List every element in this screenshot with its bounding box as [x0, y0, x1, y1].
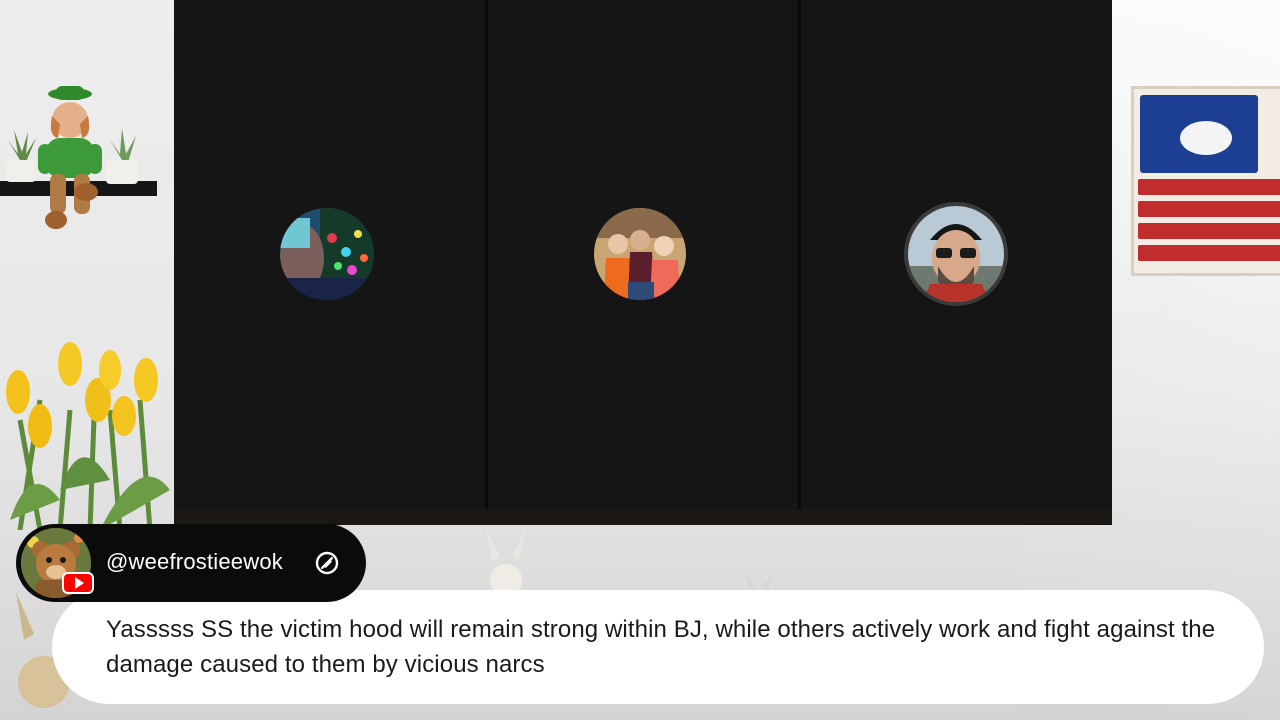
participant-tile-3[interactable] [801, 0, 1113, 509]
participant-tile-1[interactable] [174, 0, 488, 509]
participant-avatar-3[interactable] [904, 202, 1009, 306]
moderator-icon [315, 551, 339, 575]
participant-avatar-2[interactable] [593, 208, 686, 300]
chat-author-pill: @weefrostieewok [16, 524, 366, 602]
baseball-sign-decoration [1131, 86, 1280, 276]
team-logo-icon [1180, 121, 1232, 155]
youtube-icon [62, 572, 94, 594]
play-icon [74, 577, 84, 589]
participant-photo-3 [908, 206, 1005, 302]
flag-panel [1140, 95, 1258, 173]
participant-tile-2[interactable] [487, 0, 802, 509]
stream-scene: @weefrostieewok Yasssss SS the victim ho… [0, 0, 1280, 720]
author-handle[interactable]: @weefrostieewok [106, 549, 283, 575]
leprechaun-plush-decoration [38, 86, 102, 229]
participant-photo-1 [280, 208, 374, 300]
bunny-figurine-decoration [486, 528, 526, 596]
participant-photo-2 [593, 208, 686, 300]
tulip-bouquet-decoration [6, 342, 170, 530]
video-call-panel [174, 0, 1113, 525]
chat-message-text: Yasssss SS the victim hood will remain s… [106, 616, 1216, 678]
participant-avatar-1[interactable] [280, 208, 374, 300]
chat-message-bubble: Yasssss SS the victim hood will remain s… [52, 590, 1264, 704]
